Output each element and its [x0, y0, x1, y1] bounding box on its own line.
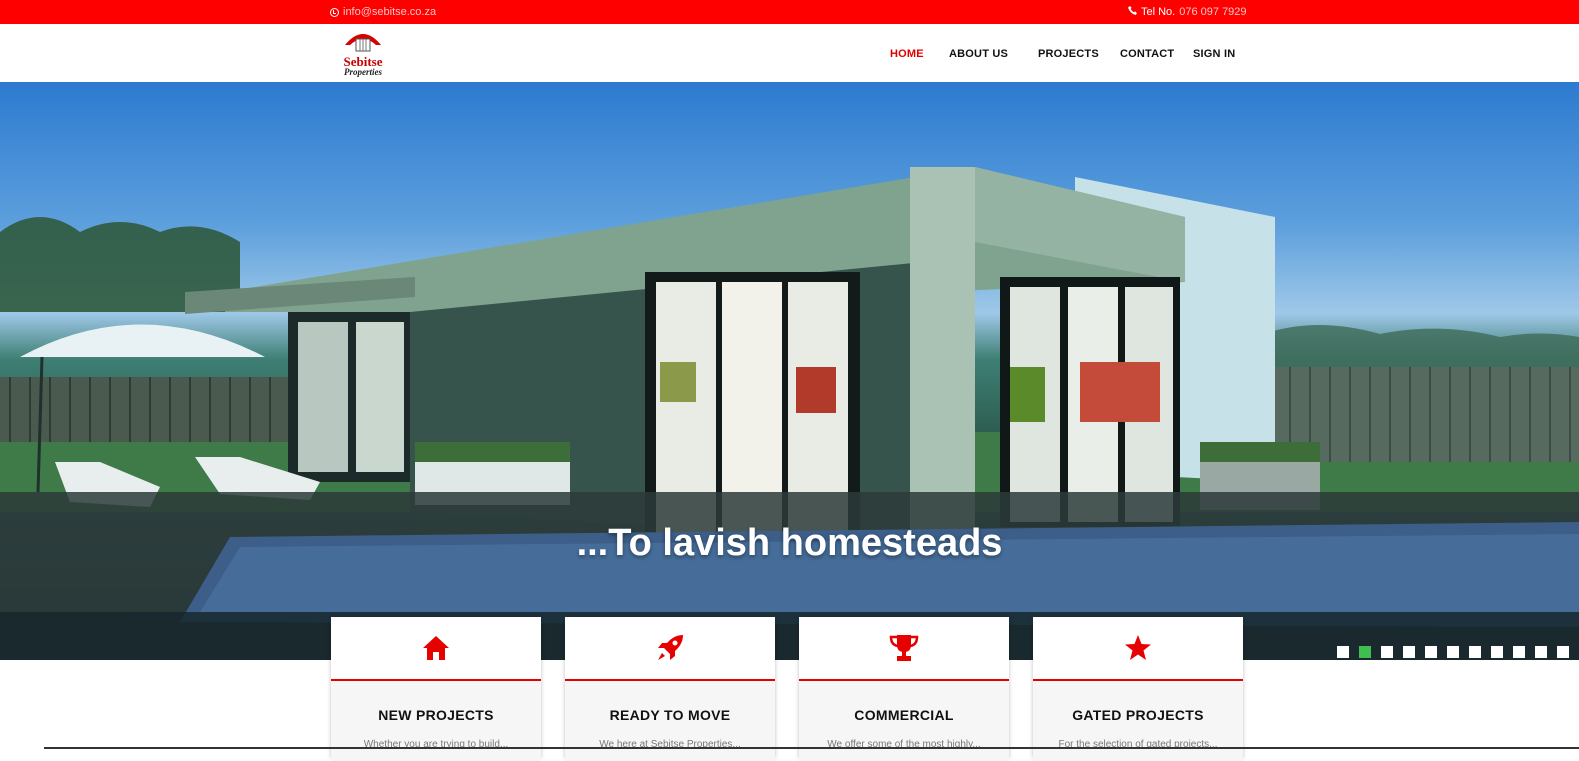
card-commercial[interactable]: COMMERCIAL We offer some of the most hig… [799, 617, 1009, 761]
card-title: COMMERCIAL [854, 707, 954, 723]
slider-pagination [1337, 646, 1569, 658]
slide-dot[interactable] [1425, 646, 1437, 658]
slide-dot[interactable] [1513, 646, 1525, 658]
tel-number-link[interactable]: 076 097 7929 [1179, 6, 1246, 18]
slide-dot[interactable] [1491, 646, 1503, 658]
home-icon [423, 636, 449, 660]
card-ready-to-move[interactable]: READY TO MOVE We here at Sebitse Propert… [565, 617, 775, 761]
house-roof-logo-icon [345, 34, 381, 52]
site-header [0, 24, 1579, 82]
nav-about-us[interactable]: ABOUT US [949, 48, 1008, 60]
slide-dot[interactable] [1403, 646, 1415, 658]
nav-projects[interactable]: PROJECTS [1038, 48, 1099, 60]
card-gated-projects[interactable]: GATED PROJECTS For the selection of gate… [1033, 617, 1243, 761]
email-contact[interactable]: info@sebitse.co.za [330, 6, 436, 18]
nav-sign-in[interactable]: SIGN IN [1193, 48, 1235, 60]
slide-dot[interactable] [1381, 646, 1393, 658]
slide-dot[interactable] [1535, 646, 1547, 658]
trophy-icon [889, 635, 919, 661]
rocket-icon [658, 635, 683, 660]
logo-subname: Properties [344, 67, 382, 77]
card-title: NEW PROJECTS [378, 707, 494, 723]
slide-dot[interactable] [1447, 646, 1459, 658]
slide-dot[interactable] [1557, 646, 1569, 658]
card-new-projects[interactable]: NEW PROJECTS Whether you are trying to b… [331, 617, 541, 761]
phone-icon [1128, 6, 1137, 18]
tel-label: Tel No. [1141, 6, 1176, 18]
hero-slider: ...To lavish homesteads [0, 82, 1579, 660]
nav-contact[interactable]: CONTACT [1120, 48, 1174, 60]
site-logo[interactable]: Sebitse Properties [336, 27, 390, 79]
star-icon [1125, 635, 1151, 660]
nav-home[interactable]: HOME [890, 48, 924, 60]
slide-dot[interactable] [1337, 646, 1349, 658]
slide-dot-active[interactable] [1359, 646, 1371, 658]
phone-contact: Tel No. 076 097 7929 [1128, 6, 1247, 18]
slide-dot[interactable] [1469, 646, 1481, 658]
hero-caption: ...To lavish homesteads [576, 522, 1003, 564]
clock-icon [330, 7, 339, 17]
email-link[interactable]: info@sebitse.co.za [343, 6, 436, 18]
card-title: GATED PROJECTS [1072, 707, 1204, 723]
hero-house-image [0, 167, 1579, 660]
card-title: READY TO MOVE [609, 707, 731, 723]
top-contact-bar: info@sebitse.co.za Tel No. 076 097 7929 [0, 0, 1579, 24]
